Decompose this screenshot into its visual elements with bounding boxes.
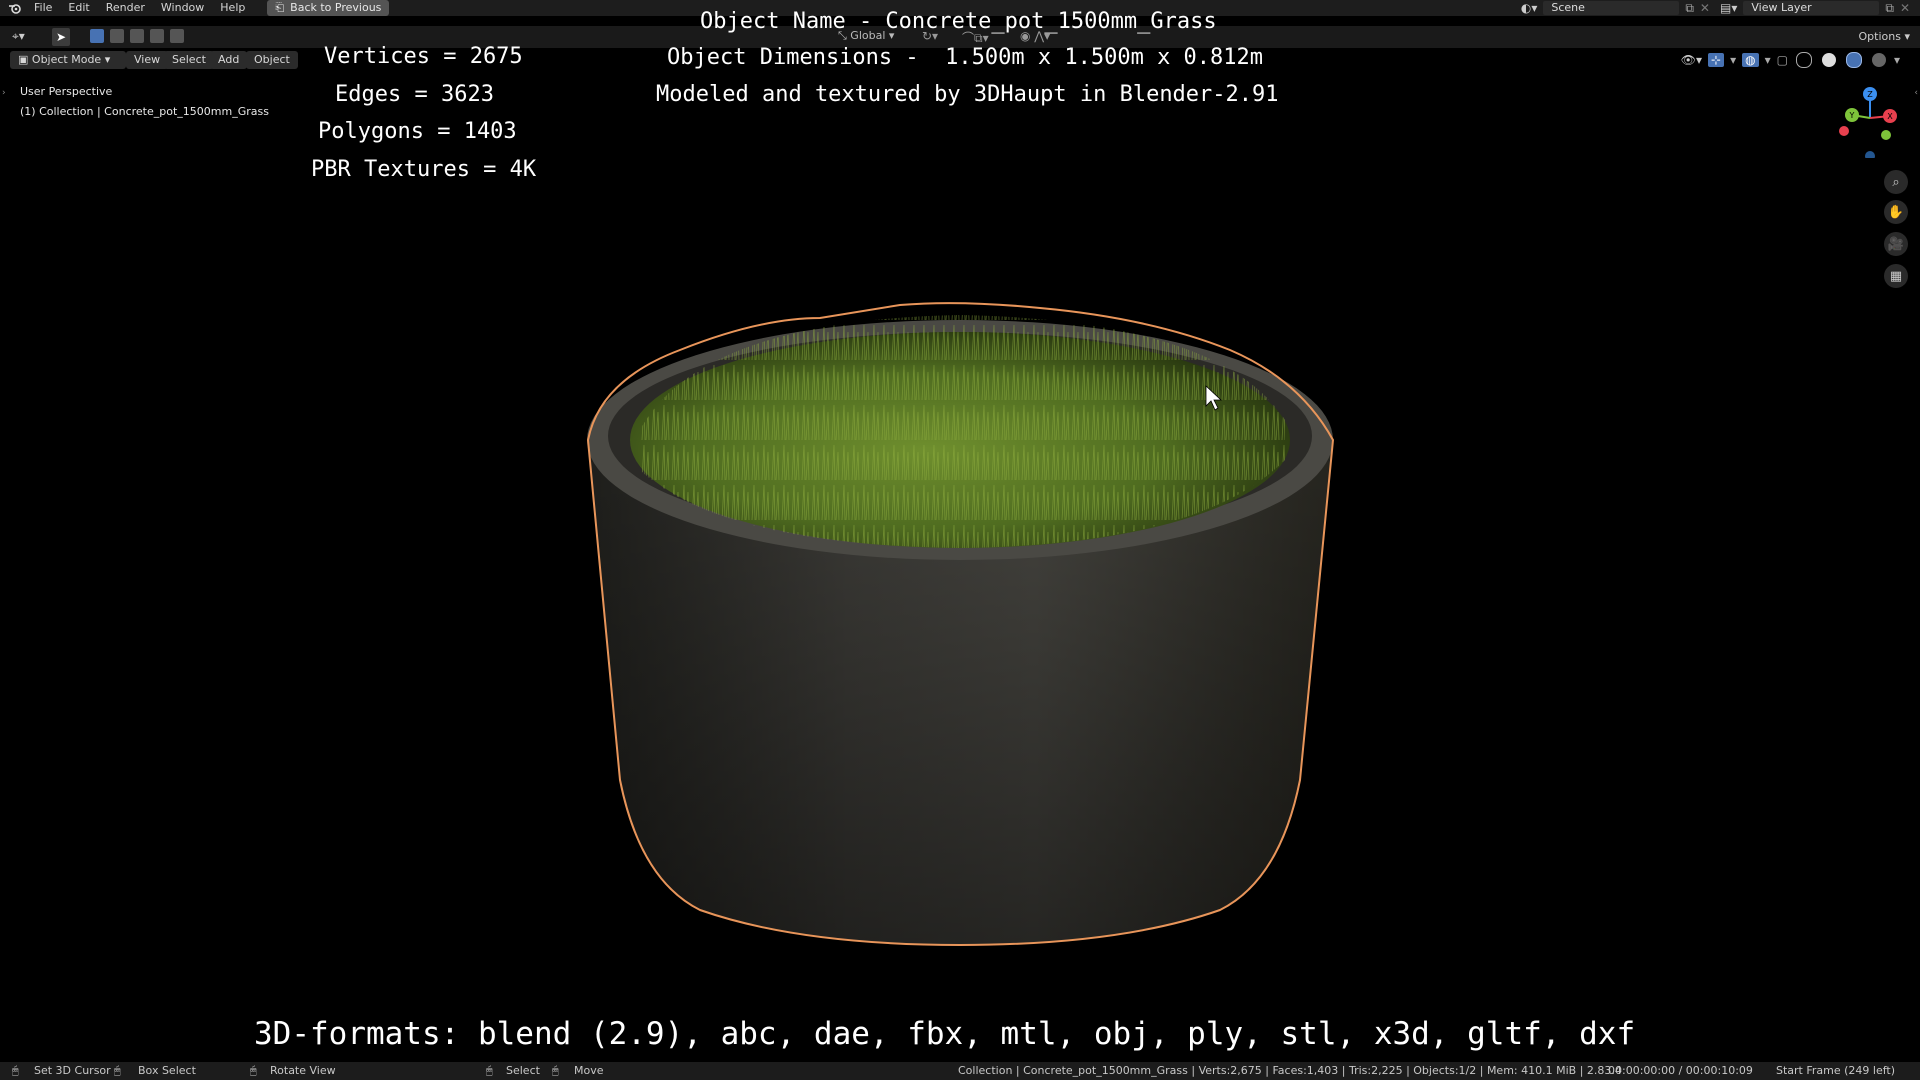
pbr-textures-stat: PBR Textures = 4K [311,157,537,182]
new-view-layer-icon[interactable]: ⧉ [1885,1,1894,16]
navigation-gizmo[interactable]: Z X Y [1830,78,1910,158]
view-layer-field[interactable]: View Layer [1743,1,1880,15]
options-label: Options [1858,30,1901,43]
top-right-scene-controls: ◐▾ Scene ⧉ ✕ ▤▾ View Layer ⧉ ✕ [1521,0,1920,16]
viewport-shading-controls: 👁▾ ⊹ ▾ ◍ ▾ ▢ ▾ [1680,52,1900,68]
back-to-previous-label: Back to Previous [290,1,382,14]
menu-render[interactable]: Render [98,0,153,16]
mouse-move-icon: 🖱 [552,1064,559,1077]
camera-view-icon[interactable]: 🎥 [1884,232,1908,256]
blender-logo-icon[interactable] [4,0,26,16]
view-menu-button[interactable]: View [126,51,169,69]
select-mode-intersect-icon[interactable] [170,29,184,43]
concrete-pot-model[interactable] [0,0,1920,1080]
xray-toggle-icon[interactable]: ▢ [1777,53,1788,67]
status-rotate-view: Rotate View [270,1064,336,1077]
status-scene-stats: Collection | Concrete_pot_1500mm_Grass |… [958,1064,1622,1077]
new-scene-icon[interactable]: ⧉ [1685,1,1694,16]
mouse-drag-icon: 🖱 [114,1064,121,1077]
status-select: Select [506,1064,540,1077]
menu-file[interactable]: File [26,0,60,16]
viewport-collection-label: (1) Collection | Concrete_pot_1500mm_Gra… [20,105,269,118]
view-layer-icon[interactable]: ▤▾ [1720,1,1737,15]
scene-icon[interactable]: ◐▾ [1521,1,1538,15]
mouse-click-icon: 🖱 [486,1064,493,1077]
select-tool-icon[interactable]: ➤ [52,28,70,46]
object-dimensions-text: Object Dimensions - 1.500m x 1.500m x 0.… [667,45,1264,70]
gizmo-x-label: X [1887,112,1893,121]
status-set-3d-cursor: Set 3D Cursor [34,1064,111,1077]
object-mode-dropdown[interactable]: ▣ Object Mode ▾ [10,51,126,69]
vertices-stat: Vertices = 2675 [324,44,523,69]
object-mode-label: Object Mode [31,53,102,66]
overlays-toggle-icon[interactable]: ◍ [1742,53,1759,67]
scene-field[interactable]: Scene [1543,1,1680,15]
ortho-toggle-icon[interactable]: ▦ [1884,264,1908,288]
material-shading-icon[interactable] [1845,52,1862,68]
status-move: Move [574,1064,604,1077]
status-frame: Start Frame (249 left) [1776,1064,1896,1077]
editor-type-icon[interactable]: ⌖▾ [12,29,25,44]
solid-shading-icon[interactable] [1821,53,1836,67]
mouse-middle-icon: 🖱 [250,1064,257,1077]
back-icon: ⎗ [275,1,285,14]
object-name-title: Object Name - Concrete_pot_1500mm_Grass [700,9,1217,34]
gizmo-y-label: Y [1849,111,1855,120]
select-mode-invert-icon[interactable] [150,29,164,43]
object-menu-button[interactable]: Object [246,51,298,69]
menu-window[interactable]: Window [153,0,212,16]
visibility-icon[interactable]: 👁▾ [1681,53,1702,67]
edges-stat: Edges = 3623 [335,82,494,107]
select-mode-new-icon[interactable] [90,29,104,43]
select-mode-subtract-icon[interactable] [130,29,144,43]
gizmo-z-label: Z [1867,90,1873,99]
formats-text: 3D-formats: blend (2.9), abc, dae, fbx, … [254,1016,1636,1052]
add-menu-button[interactable]: Add [210,51,248,69]
menu-help[interactable]: Help [212,0,253,16]
wireframe-shading-icon[interactable] [1795,52,1812,68]
object-mode-icon: ▣ [18,53,29,66]
status-box-select: Box Select [138,1064,196,1077]
credit-text: Modeled and textured by 3DHaupt in Blend… [656,82,1279,107]
gizmo-toggle-icon[interactable]: ⊹ [1708,53,1725,67]
select-mode-extend-icon[interactable] [110,29,124,43]
delete-view-layer-icon[interactable]: ✕ [1900,1,1910,15]
polygons-stat: Polygons = 1403 [318,119,517,144]
rendered-shading-icon[interactable] [1871,53,1886,67]
pan-hand-icon[interactable]: ✋ [1884,200,1908,224]
options-dropdown[interactable]: Options ▾ [1859,30,1910,43]
back-to-previous-button[interactable]: ⎗ Back to Previous [267,0,390,16]
right-expand-arrow-icon[interactable]: ‹ [1914,88,1918,98]
select-menu-button[interactable]: Select [164,51,214,69]
delete-scene-icon[interactable]: ✕ [1700,1,1710,15]
menu-edit[interactable]: Edit [60,0,97,16]
mouse-left-icon: 🖱 [12,1064,19,1077]
zoom-icon[interactable]: ⌕ [1884,170,1908,194]
status-time: 00:00:00:00 / 00:00:10:09 [1608,1064,1753,1077]
viewport-perspective-label: User Perspective [20,85,113,98]
status-bar: 🖱 Set 3D Cursor 🖱 Box Select 🖱 Rotate Vi… [0,1062,1920,1080]
left-expand-arrow-icon[interactable]: › [2,88,6,98]
